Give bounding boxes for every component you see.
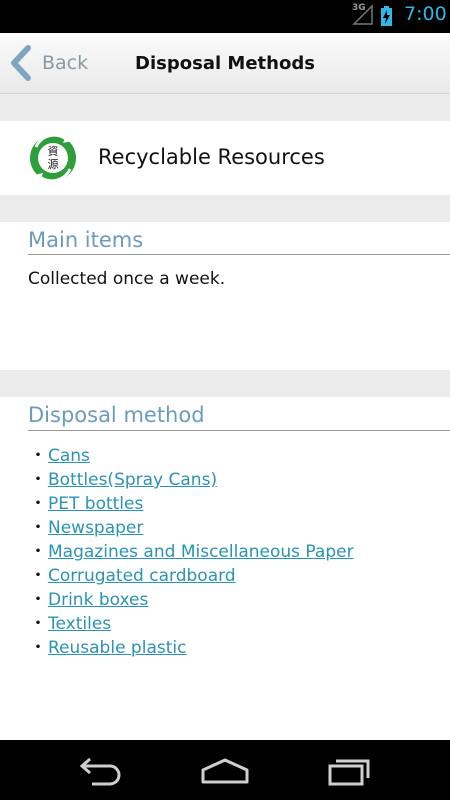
bullet: ・ xyxy=(29,446,47,466)
method-link-cardboard[interactable]: Corrugated cardboard xyxy=(48,564,236,588)
main-items-text: Collected once a week. xyxy=(28,269,226,289)
home-icon[interactable] xyxy=(195,752,255,788)
bullet: ・ xyxy=(29,542,47,562)
category-label: Recyclable Resources xyxy=(98,145,325,169)
back-button[interactable]: Back xyxy=(8,43,118,83)
bullet: ・ xyxy=(29,590,47,610)
category-row: 資 源 Recyclable Resources xyxy=(0,121,450,195)
list-item: ・ Drink boxes xyxy=(28,588,354,612)
recent-apps-icon[interactable] xyxy=(320,752,380,788)
bullet: ・ xyxy=(29,566,47,586)
back-label: Back xyxy=(42,52,89,74)
signal-icon xyxy=(352,4,373,25)
battery-charging-icon xyxy=(381,6,392,26)
section-gap xyxy=(0,94,450,121)
list-item: ・ Corrugated cardboard xyxy=(28,564,354,588)
section-gap xyxy=(0,195,450,222)
chevron-left-icon xyxy=(11,45,31,81)
bullet: ・ xyxy=(29,494,47,514)
main-items-header: Main items xyxy=(28,228,144,252)
navigation-bar xyxy=(0,740,450,800)
back-icon[interactable] xyxy=(70,752,130,788)
list-item: ・ Textiles xyxy=(28,612,354,636)
section-gap xyxy=(0,370,450,397)
method-link-textiles[interactable]: Textiles xyxy=(48,612,111,636)
list-item: ・ Cans xyxy=(28,444,354,468)
method-link-magazines[interactable]: Magazines and Miscellaneous Paper xyxy=(48,540,354,564)
action-bar: Back Disposal Methods xyxy=(0,33,450,94)
method-link-reusable-plastic[interactable]: Reusable plastic xyxy=(48,636,186,660)
bullet: ・ xyxy=(29,614,47,634)
bullet: ・ xyxy=(29,638,47,658)
disposal-method-list: ・ Cans ・ Bottles(Spray Cans) ・ PET bottles … xyxy=(28,444,354,660)
divider xyxy=(28,430,450,431)
list-item: ・ Magazines and Miscellaneous Paper xyxy=(28,540,354,564)
method-link-drink-boxes[interactable]: Drink boxes xyxy=(48,588,148,612)
list-item: ・ Bottles(Spray Cans) xyxy=(28,468,354,492)
bullet: ・ xyxy=(29,470,47,490)
method-link-cans[interactable]: Cans xyxy=(48,444,90,468)
bullet: ・ xyxy=(29,518,47,538)
method-link-pet-bottles[interactable]: PET bottles xyxy=(48,492,143,516)
disposal-method-header: Disposal method xyxy=(28,403,205,427)
list-item: ・ PET bottles xyxy=(28,492,354,516)
method-link-newspaper[interactable]: Newspaper xyxy=(48,516,143,540)
svg-text:源: 源 xyxy=(48,157,59,171)
list-item: ・ Newspaper xyxy=(28,516,354,540)
clock: 7:00 xyxy=(404,3,447,25)
list-item: ・ Reusable plastic xyxy=(28,636,354,660)
method-link-bottles[interactable]: Bottles(Spray Cans) xyxy=(48,468,217,492)
svg-text:資: 資 xyxy=(48,145,59,158)
divider xyxy=(28,254,450,255)
status-bar: 3G 7:00 xyxy=(0,0,450,33)
recycle-resources-icon: 資 源 xyxy=(30,133,76,183)
